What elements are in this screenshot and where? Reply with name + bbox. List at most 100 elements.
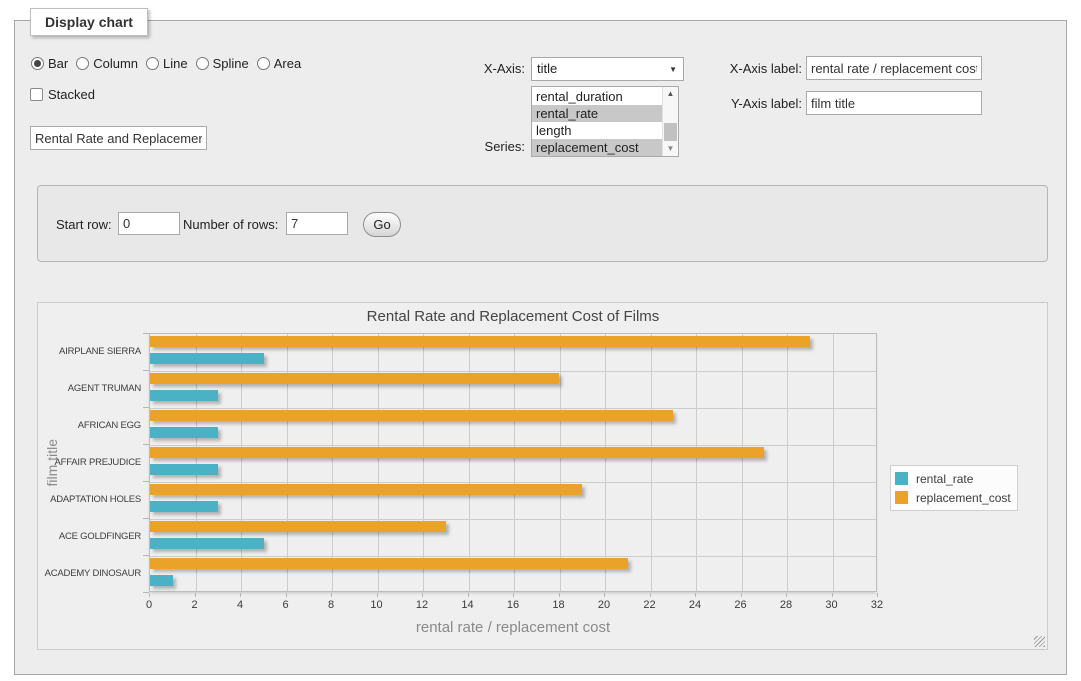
radio-area-label: Area: [274, 56, 301, 71]
x-tick-mark: [240, 593, 241, 597]
stacked-checkbox[interactable]: [30, 88, 43, 101]
x-tick-mark: [513, 593, 514, 597]
radio-area[interactable]: Area: [257, 56, 301, 71]
legend-swatch-replacement-cost: [895, 491, 908, 504]
horizontal-gridline: [150, 445, 876, 446]
horizontal-gridline: [150, 482, 876, 483]
bar-rental_rate-affair-prejudice: [150, 464, 218, 475]
x-tick-label: 10: [370, 599, 382, 611]
y-category-label: AIRPLANE SIERRA: [58, 333, 141, 370]
y-category-label: AFFAIR PREJUDICE: [58, 444, 141, 481]
start-row-input[interactable]: [118, 212, 180, 235]
y-category-label: ACE GOLDFINGER: [58, 518, 141, 555]
resize-grip[interactable]: [1034, 636, 1045, 647]
radio-bar-label: Bar: [48, 56, 68, 71]
bar-replacement_cost-affair-prejudice: [150, 447, 764, 458]
y-category-label: ACADEMY DINOSAUR: [58, 555, 141, 592]
bar-replacement_cost-airplane-sierra: [150, 336, 810, 347]
fieldset-legend: Display chart: [30, 8, 148, 36]
vertical-gridline: [696, 334, 697, 591]
bar-rental_rate-academy-dinosaur: [150, 575, 173, 586]
stacked-row: Stacked: [30, 87, 103, 102]
x-tick-label: 8: [328, 599, 334, 611]
x-tick-mark: [422, 593, 423, 597]
x-tick-label: 4: [237, 599, 243, 611]
horizontal-gridline: [150, 519, 876, 520]
x-tick-mark: [604, 593, 605, 597]
bar-rental_rate-ace-goldfinger: [150, 538, 264, 549]
x-tick-mark: [195, 593, 196, 597]
chart-title: Rental Rate and Replacement Cost of Film…: [149, 308, 877, 325]
x-tick-label: 14: [461, 599, 473, 611]
x-tick-label: 22: [643, 599, 655, 611]
vertical-gridline: [787, 334, 788, 591]
x-tick-mark: [286, 593, 287, 597]
vertical-gridline: [833, 334, 834, 591]
x-axis-label-input[interactable]: [806, 56, 982, 80]
x-tick-mark: [877, 593, 878, 597]
dropdown-arrow-icon: ▼: [669, 65, 677, 74]
series-listbox[interactable]: rental_duration rental_rate length repla…: [531, 86, 679, 157]
horizontal-gridline: [150, 556, 876, 557]
x-tick-label: 18: [552, 599, 564, 611]
y-tick-mark: [143, 444, 149, 445]
vertical-gridline: [651, 334, 652, 591]
radio-line[interactable]: Line: [146, 56, 188, 71]
stacked-label: Stacked: [48, 87, 95, 102]
go-button[interactable]: Go: [363, 212, 401, 237]
x-axis-select[interactable]: title ▼: [531, 57, 684, 81]
x-tick-mark: [468, 593, 469, 597]
scroll-down-icon[interactable]: ▼: [663, 142, 678, 156]
legend-swatch-rental-rate: [895, 472, 908, 485]
y-tick-mark: [143, 407, 149, 408]
x-tick-label: 6: [282, 599, 288, 611]
series-option-rental-rate[interactable]: rental_rate: [532, 105, 662, 122]
radio-line-control[interactable]: [146, 57, 159, 70]
num-rows-input[interactable]: [286, 212, 348, 235]
x-tick-mark: [695, 593, 696, 597]
x-tick-label: 2: [191, 599, 197, 611]
radio-area-control[interactable]: [257, 57, 270, 70]
page: Display chart Bar Column Line Spline Are…: [0, 0, 1081, 681]
radio-column-label: Column: [93, 56, 138, 71]
series-option-rental-duration[interactable]: rental_duration: [532, 88, 662, 105]
x-axis-label-field-label: X-Axis label:: [714, 61, 802, 76]
legend-label-replacement-cost: replacement_cost: [916, 491, 1011, 505]
chart-type-radio-group: Bar Column Line Spline Area: [31, 56, 309, 71]
scrollbar-thumb[interactable]: [664, 123, 677, 141]
radio-column-control[interactable]: [76, 57, 89, 70]
x-tick-label: 26: [734, 599, 746, 611]
x-tick-label: 30: [825, 599, 837, 611]
radio-column[interactable]: Column: [76, 56, 138, 71]
row-controls-panel: Start row: Number of rows: Go: [37, 185, 1048, 262]
vertical-gridline: [560, 334, 561, 591]
plot-area: [149, 333, 877, 592]
chart-title-input[interactable]: [30, 126, 207, 150]
bar-replacement_cost-ace-goldfinger: [150, 521, 446, 532]
x-axis-select-label: X-Axis:: [430, 61, 525, 76]
scroll-up-icon[interactable]: ▲: [663, 87, 678, 101]
bar-rental_rate-agent-truman: [150, 390, 218, 401]
y-category-label: AGENT TRUMAN: [58, 370, 141, 407]
y-axis-label-input[interactable]: [806, 91, 982, 115]
stacked-checkbox-item[interactable]: Stacked: [30, 87, 95, 102]
radio-bar[interactable]: Bar: [31, 56, 68, 71]
bar-rental_rate-adaptation-holes: [150, 501, 218, 512]
bar-replacement_cost-academy-dinosaur: [150, 558, 628, 569]
x-tick-label: 0: [146, 599, 152, 611]
x-tick-mark: [832, 593, 833, 597]
x-tick-mark: [650, 593, 651, 597]
radio-spline[interactable]: Spline: [196, 56, 249, 71]
series-select-label: Series:: [430, 139, 525, 154]
bar-replacement_cost-agent-truman: [150, 373, 559, 384]
series-option-replacement-cost[interactable]: replacement_cost: [532, 139, 662, 156]
chart-container: Rental Rate and Replacement Cost of Film…: [37, 302, 1048, 650]
series-scrollbar[interactable]: ▲ ▼: [662, 87, 678, 156]
horizontal-gridline: [150, 371, 876, 372]
y-category-label: AFRICAN EGG: [58, 407, 141, 444]
radio-spline-control[interactable]: [196, 57, 209, 70]
x-tick-mark: [149, 593, 150, 597]
series-option-length[interactable]: length: [532, 122, 662, 139]
num-rows-label: Number of rows:: [183, 217, 278, 232]
radio-bar-control[interactable]: [31, 57, 44, 70]
